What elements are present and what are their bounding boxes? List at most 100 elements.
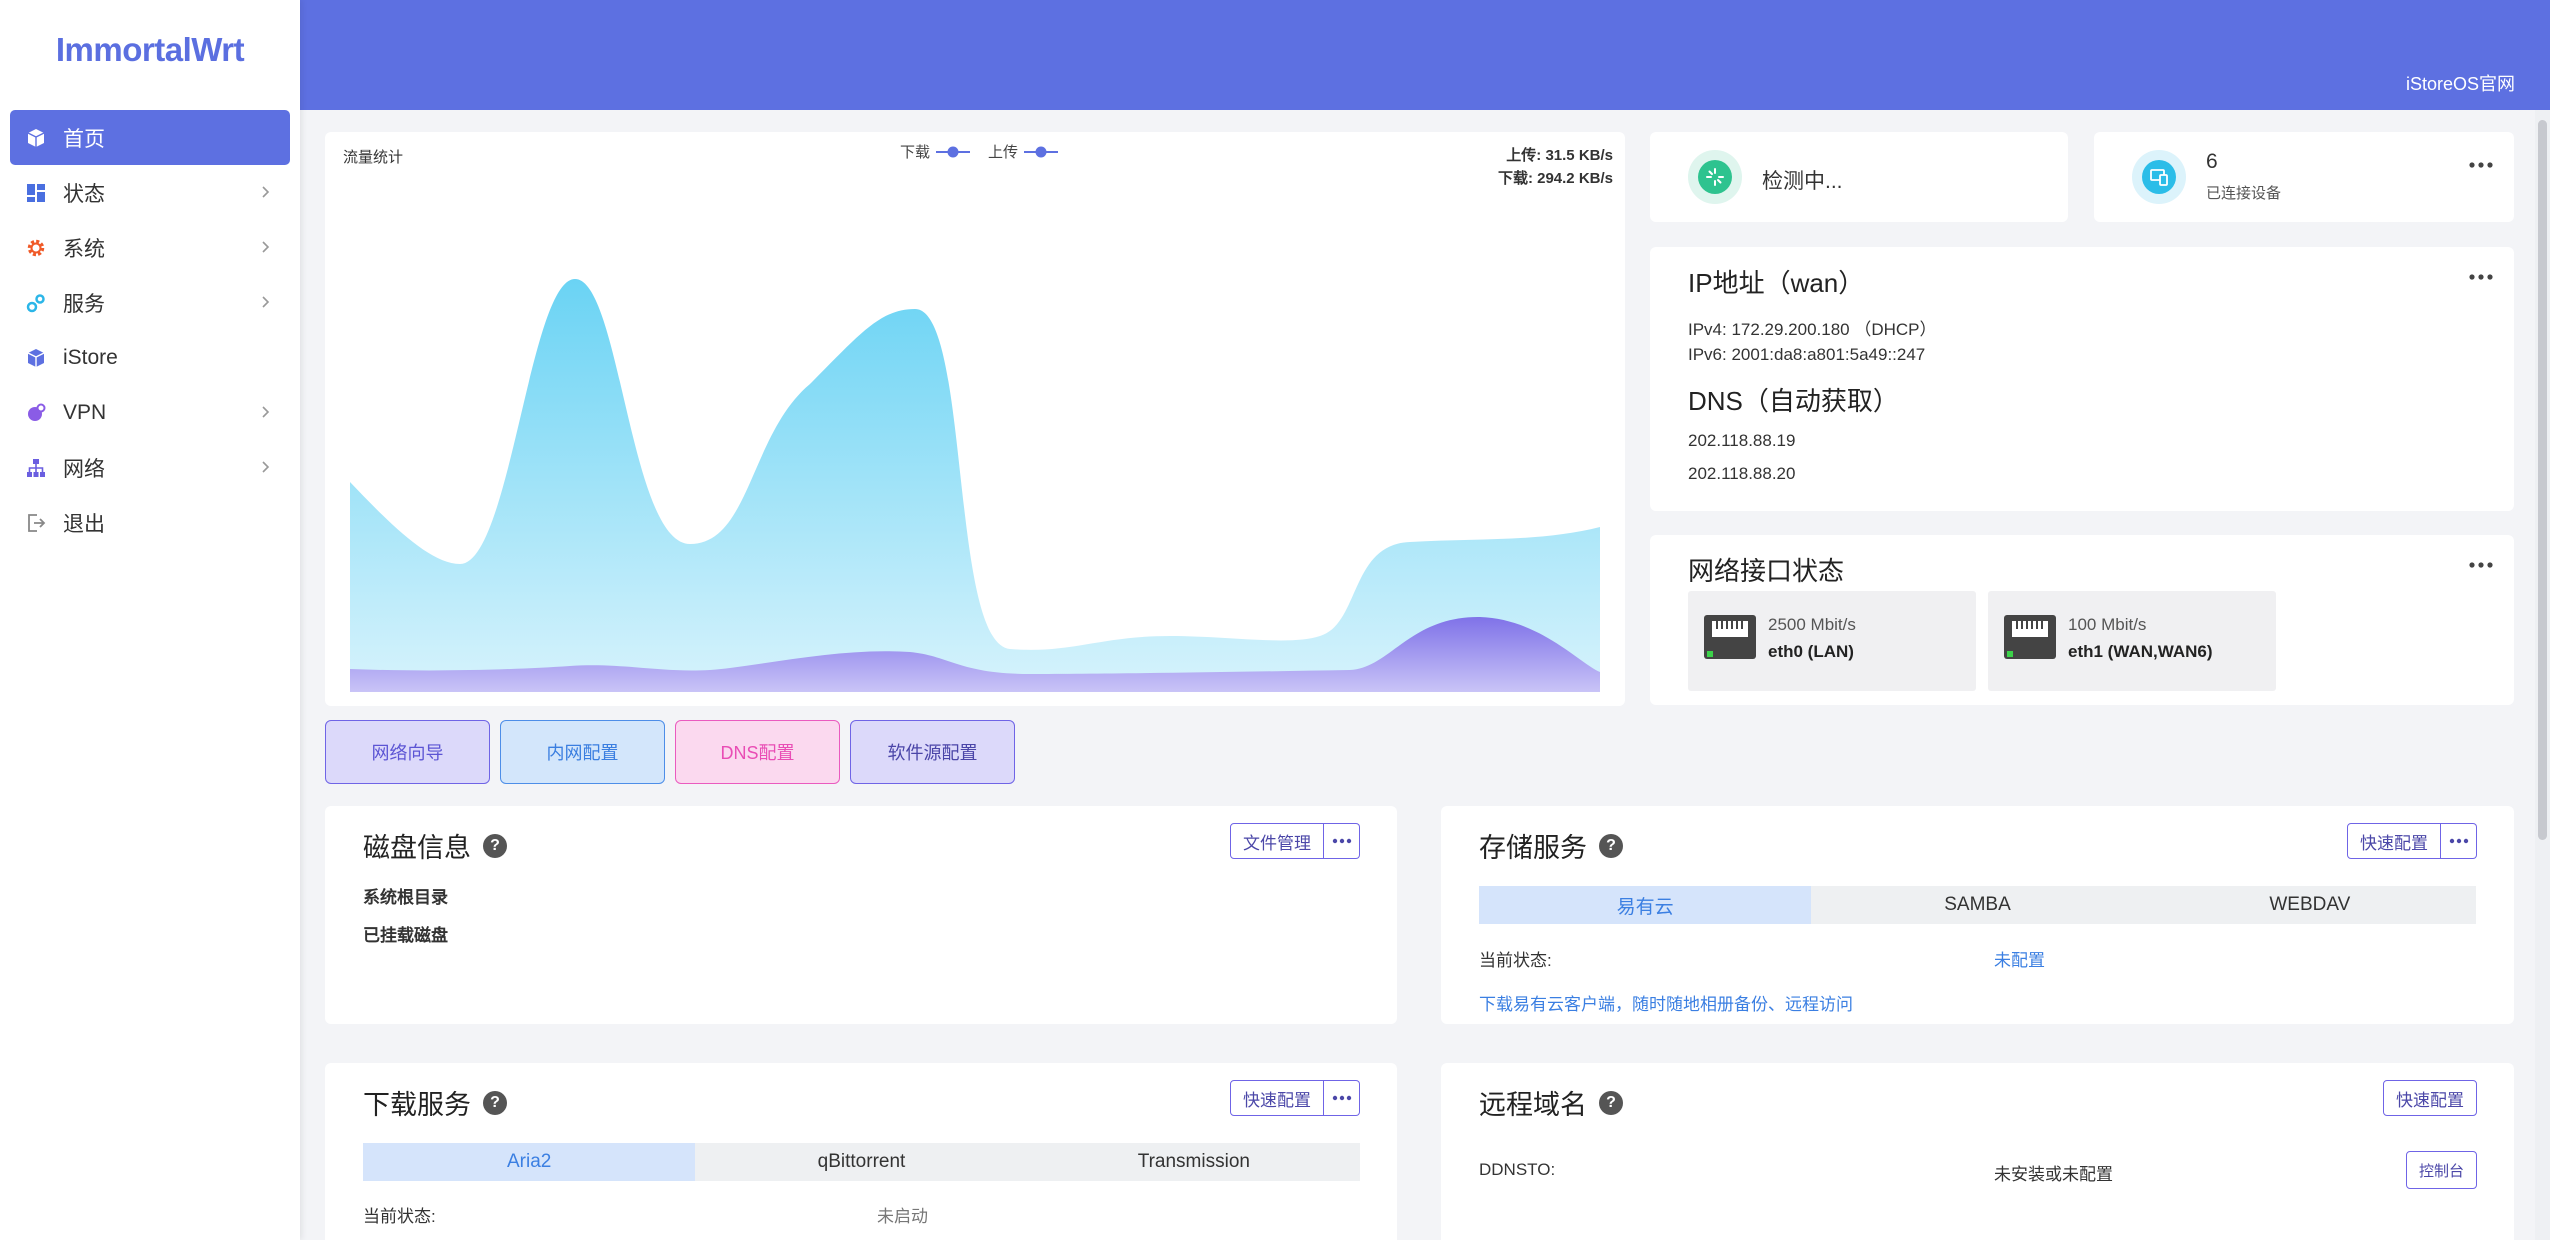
top-header: iStoreOS官网 (300, 0, 2550, 110)
sidebar-item-vpn[interactable]: VPN (10, 385, 290, 440)
more-button[interactable] (1324, 1080, 1360, 1116)
legend-line-icon (1024, 146, 1059, 157)
help-icon[interactable]: ? (483, 1090, 507, 1115)
dns-title: DNS（自动获取） (1688, 386, 1899, 416)
traffic-title: 流量统计 (343, 149, 404, 166)
legend-download[interactable]: 下载 (900, 141, 971, 162)
gear-icon (25, 237, 47, 259)
port-eth1[interactable]: 100 Mbit/s eth1 (WAN,WAN6) (1988, 591, 2276, 691)
help-icon[interactable]: ? (1599, 833, 1623, 858)
sidebar-item-label: 网络 (63, 457, 105, 481)
cube-icon (25, 127, 47, 149)
sidebar-item-system[interactable]: 系统 (10, 220, 290, 275)
ip-address-card: IP地址（wan） IPv4: 172.29.200.180 （DHCP） IP… (1650, 247, 2514, 511)
dashboard-icon (25, 182, 47, 204)
ddns-title: 远程域名 ? (1479, 1083, 1623, 1122)
sidebar-item-services[interactable]: 服务 (10, 275, 290, 330)
ddnsto-label: DDNSTO: (1479, 1160, 1556, 1179)
status-label: 当前状态: (363, 1207, 436, 1226)
ddns-title-text: 远程域名 (1479, 1090, 1587, 1120)
console-button[interactable]: 控制台 (2405, 1151, 2477, 1189)
download-title: 下载服务 ? (363, 1083, 507, 1122)
status-label: 当前状态: (1479, 951, 1552, 970)
port-eth0[interactable]: 2500 Mbit/s eth0 (LAN) (1688, 591, 1976, 691)
sidebar-item-home[interactable]: 首页 (10, 110, 290, 165)
connected-devices-card: 6 已连接设备 (2094, 132, 2514, 222)
ddnsto-status: 未安装或未配置 (1994, 1165, 2113, 1184)
interfaces-title: 网络接口状态 (1688, 556, 1845, 586)
services-icon (25, 292, 47, 314)
chevron-right-icon (262, 186, 270, 198)
download-rate: 下载: 294.2 KB/s (1497, 170, 1613, 187)
download-service-card: 下载服务 ? 快速配置 Aria2 qBittorrent Transmissi… (325, 1063, 1397, 1240)
disk-info-card: 磁盘信息 ? 文件管理 系统根目录 已挂载磁盘 (325, 806, 1397, 1024)
quick-config-button[interactable]: 快速配置 (2347, 823, 2441, 859)
more-button[interactable] (2441, 823, 2477, 859)
logout-icon (25, 512, 47, 534)
tab-webdav[interactable]: WEBDAV (2144, 886, 2476, 924)
more-dots-icon[interactable] (2468, 560, 2494, 570)
dns-config-button[interactable]: DNS配置 (675, 720, 840, 784)
lan-config-button[interactable]: 内网配置 (500, 720, 665, 784)
sidebar-item-label: 首页 (63, 127, 105, 151)
legend-upload[interactable]: 上传 (988, 141, 1059, 162)
quick-config-button[interactable]: 快速配置 (2383, 1080, 2477, 1116)
download-tabs: Aria2 qBittorrent Transmission (363, 1143, 1360, 1181)
sidebar-item-istore[interactable]: iStore (10, 330, 290, 385)
tab-transmission[interactable]: Transmission (1028, 1143, 1360, 1181)
sidebar-item-status[interactable]: 状态 (10, 165, 290, 220)
sidebar-item-network[interactable]: 网络 (10, 440, 290, 495)
sidebar: ImmortalWrt 首页 状态 系统 服务 iStore VPN 网络 退出 (0, 0, 300, 1240)
scrollbar-thumb[interactable] (2538, 120, 2547, 840)
software-source-button[interactable]: 软件源配置 (850, 720, 1015, 784)
ethernet-port-icon (1704, 615, 1756, 659)
tab-samba[interactable]: SAMBA (1811, 886, 2143, 924)
status-text: 检测中... (1762, 170, 1843, 193)
help-icon[interactable]: ? (1599, 1090, 1623, 1115)
network-wizard-button[interactable]: 网络向导 (325, 720, 490, 784)
traffic-area-chart (350, 279, 1600, 692)
dns-server: 202.118.88.19 (1688, 431, 1796, 450)
app-logo[interactable]: ImmortalWrt (0, 0, 300, 100)
more-dots-icon (2449, 838, 2468, 844)
more-button[interactable] (1324, 823, 1360, 859)
sidebar-item-logout[interactable]: 退出 (10, 495, 290, 550)
sidebar-item-label: 服务 (63, 292, 105, 316)
chart-legend: 下载 上传 (900, 141, 1059, 162)
storage-title-text: 存储服务 (1479, 833, 1587, 863)
more-dots-icon[interactable] (2468, 160, 2494, 170)
upload-rate: 上传: 31.5 KB/s (1506, 147, 1613, 164)
network-icon (25, 457, 47, 479)
cube-icon (25, 347, 47, 369)
chevron-right-icon (262, 296, 270, 308)
port-speed: 100 Mbit/s (2068, 615, 2147, 634)
remote-domain-card: 远程域名 ? 快速配置 DDNSTO: 未安装或未配置 控制台 (1441, 1063, 2514, 1240)
disk-button-group: 文件管理 (1230, 823, 1360, 859)
storage-title: 存储服务 ? (1479, 826, 1623, 865)
help-icon[interactable]: ? (483, 833, 507, 858)
scrollbar[interactable] (2535, 110, 2550, 1240)
sidebar-nav: 首页 状态 系统 服务 iStore VPN 网络 退出 (0, 110, 300, 550)
ip-title: IP地址（wan） (1688, 268, 1865, 298)
network-status-card: 检测中... (1650, 132, 2068, 222)
more-dots-icon[interactable] (2468, 272, 2494, 282)
chevron-right-icon (262, 241, 270, 253)
port-speed: 2500 Mbit/s (1768, 615, 1856, 634)
file-manager-button[interactable]: 文件管理 (1230, 823, 1324, 859)
dns-server: 202.118.88.20 (1688, 464, 1796, 483)
status-value: 未启动 (877, 1207, 928, 1226)
legend-upload-label: 上传 (988, 144, 1019, 161)
tab-aria2[interactable]: Aria2 (363, 1143, 696, 1181)
ipv4-value: IPv4: 172.29.200.180 （DHCP） (1688, 320, 1937, 339)
system-root-label: 系统根目录 (363, 888, 448, 907)
istoreos-link[interactable]: iStoreOS官网 (2406, 70, 2515, 96)
quick-config-buttons: 网络向导 内网配置 DNS配置 软件源配置 (325, 720, 1015, 784)
status-value[interactable]: 未配置 (1994, 946, 2045, 971)
download-client-link[interactable]: 下载易有云客户端，随时随地相册备份、远程访问 (1479, 990, 1853, 1015)
tab-qbittorrent[interactable]: qBittorrent (695, 1143, 1027, 1181)
chevron-right-icon (262, 406, 270, 418)
disk-title: 磁盘信息 ? (363, 826, 507, 865)
storage-service-card: 存储服务 ? 快速配置 易有云 SAMBA WEBDAV 当前状态: 未配置 下… (1441, 806, 2514, 1024)
tab-yiyouyun[interactable]: 易有云 (1479, 886, 1812, 924)
quick-config-button[interactable]: 快速配置 (1230, 1080, 1324, 1116)
